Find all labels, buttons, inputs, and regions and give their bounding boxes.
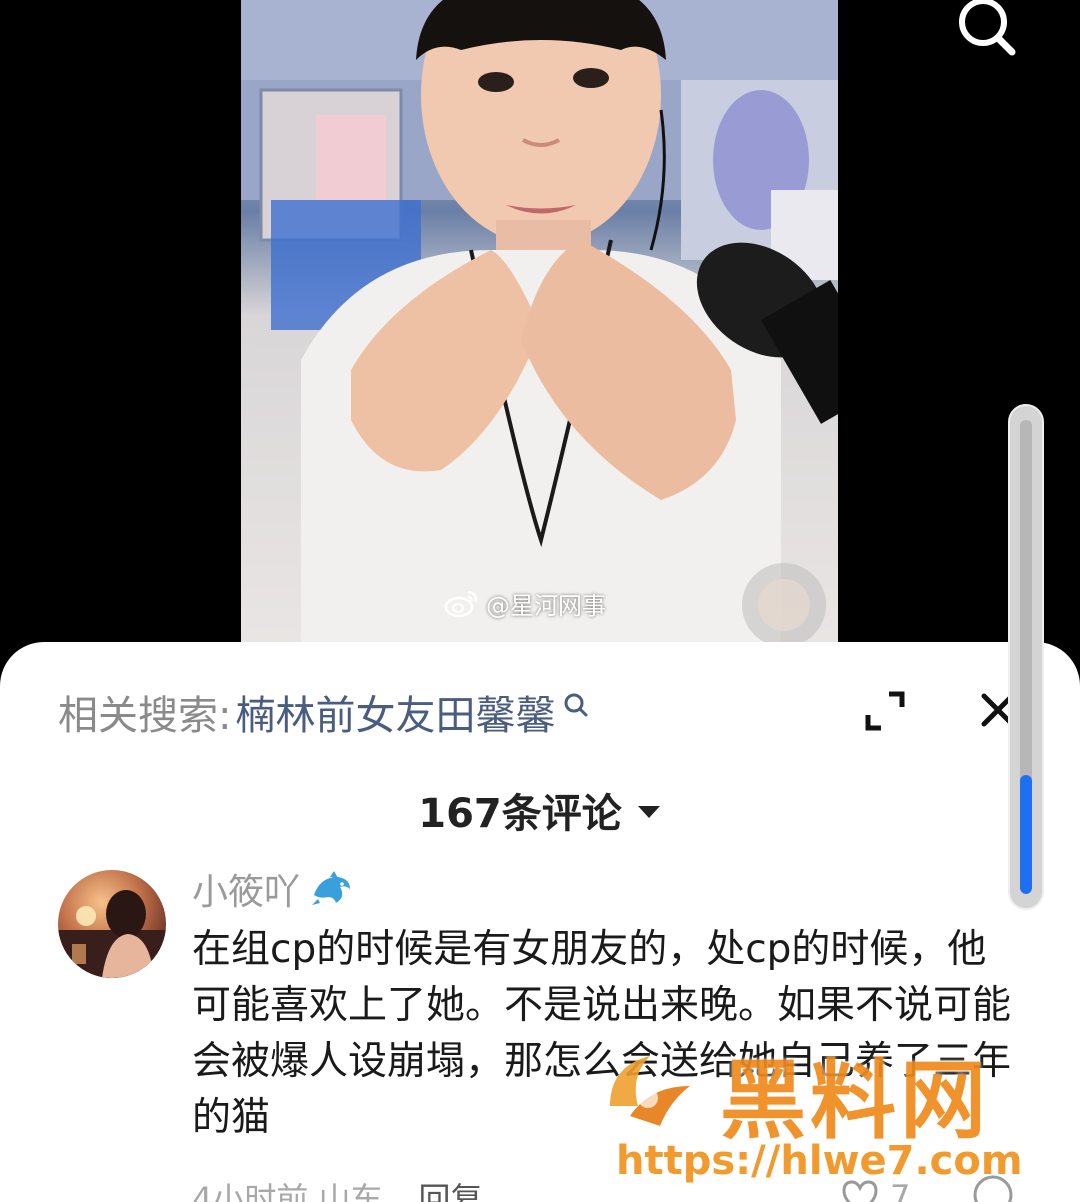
more-button[interactable] <box>970 1172 1016 1202</box>
video-player[interactable] <box>241 0 838 660</box>
expand-icon <box>865 691 905 731</box>
comment-author-name[interactable]: 小筱吖 <box>192 863 300 915</box>
avatar-image <box>58 890 166 978</box>
comment-bubble-icon <box>973 1175 1013 1202</box>
scrollbar-thumb[interactable] <box>1020 775 1032 894</box>
related-search[interactable]: 相关搜索: 楠林前女友田馨馨 <box>58 684 589 740</box>
search-button[interactable] <box>950 0 1020 60</box>
expand-button[interactable] <box>862 688 908 734</box>
comment-time-location: 4小时前 山东 <box>192 1180 383 1202</box>
video-watermark-text: @星河网事 <box>486 591 606 620</box>
comment-count-toggle[interactable]: 167条评论 <box>0 784 1080 837</box>
weibo-logo-icon <box>444 590 478 618</box>
like-button[interactable]: 7 <box>840 1172 910 1202</box>
avatar[interactable] <box>58 870 166 978</box>
related-search-label: 相关搜索: <box>58 693 232 739</box>
comment-count: 167条评论 <box>418 791 622 837</box>
reply-button[interactable]: 回复 <box>419 1174 483 1202</box>
small-search-icon <box>564 693 588 717</box>
video-frame-illustration <box>241 0 838 660</box>
caret-down-icon <box>637 806 660 818</box>
comment-meta: 4小时前 山东 回复 <box>192 1172 483 1202</box>
dolphin-badge-icon <box>312 871 351 905</box>
search-icon <box>959 0 1016 56</box>
related-search-keyword[interactable]: 楠林前女友田馨馨 <box>235 683 555 741</box>
comment-author[interactable]: 小筱吖 <box>192 864 354 914</box>
video-watermark: @星河网事 <box>444 586 606 620</box>
scrollbar[interactable] <box>1008 404 1044 910</box>
comment-text: 在组cp的时候是有女朋友的，处cp的时候，他可能喜欢上了她。不是说出来晚。如果不… <box>192 927 1012 1140</box>
like-count: 7 <box>890 1178 911 1202</box>
heart-icon <box>842 1180 878 1202</box>
scrollbar-track <box>1020 420 1032 894</box>
screen: @星河网事 相关搜索: 楠林前女友田馨馨 167条评论 小筱吖 在组cp的时候是… <box>0 0 1080 1202</box>
comments-sheet: 相关搜索: 楠林前女友田馨馨 167条评论 小筱吖 在组cp的时候是有女朋友的，… <box>0 642 1080 1202</box>
